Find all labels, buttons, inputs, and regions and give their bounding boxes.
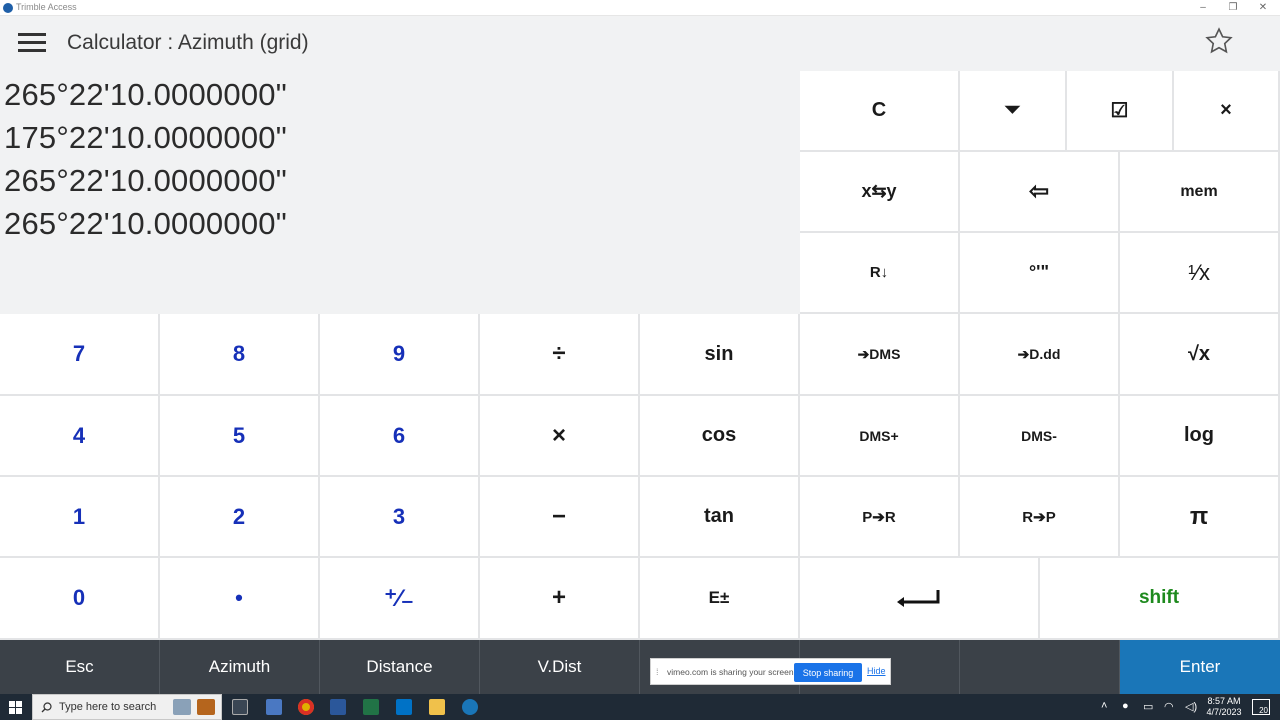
minus-button[interactable]: − [480,477,640,558]
log-button[interactable]: log [1120,396,1280,477]
esc-softkey[interactable]: Esc [0,640,160,694]
return-arrow-icon [897,590,940,607]
softkey-bar: Esc Azimuth Distance V.Dist Enter [0,640,1280,694]
restore-button[interactable]: ❐ [1218,0,1248,15]
digit-1-button[interactable]: 1 [0,477,160,558]
microphone-icon[interactable]: ● [1122,700,1129,712]
close-icon[interactable]: × [1174,71,1280,152]
page-title: Calculator : Azimuth (grid) [67,31,309,54]
taskbar-search-box[interactable]: Type here to search [32,694,222,720]
checkbox-icon[interactable]: ☑ [1067,71,1174,152]
stack-line-1: 265°22'10.0000000" [4,206,287,241]
vdist-softkey[interactable]: V.Dist [480,640,640,694]
swap-xy-button[interactable]: x⇆y [800,152,960,233]
decimal-point-button[interactable]: • [160,558,320,640]
distance-softkey[interactable]: Distance [320,640,480,694]
notification-center-icon[interactable]: 20 [1252,699,1270,715]
notification-count: 20 [1259,706,1268,715]
stack-display: 265°22'10.0000000" 175°22'10.0000000" 26… [0,71,800,314]
word-icon[interactable] [330,699,346,715]
volume-icon[interactable]: ◁) [1185,700,1197,713]
app-icon-blue[interactable] [266,699,282,715]
dms-symbols-button[interactable]: °'" [960,233,1120,314]
to-decimal-degrees-button[interactable]: ➔D.dd [960,314,1120,396]
briefcase-icon [197,699,215,715]
hide-link[interactable]: Hide [867,666,886,676]
share-message: vimeo.com is sharing your screen. [667,667,796,677]
sin-button[interactable]: sin [640,314,800,396]
chevron-up-icon[interactable]: ˄ [1101,700,1107,712]
square-root-button[interactable]: √x [1120,314,1280,396]
chrome-icon[interactable] [298,699,314,715]
stack-line-3: 175°22'10.0000000" [4,120,287,155]
window-close-button[interactable]: ✕ [1248,0,1278,15]
digit-9-button[interactable]: 9 [320,314,480,396]
clock-date: 4/7/2023 [1206,707,1242,717]
reciprocal-button[interactable]: ¹⁄x [1120,233,1280,314]
search-icon [41,702,52,713]
dropdown-arrow-icon[interactable]: ⏷ [960,71,1067,152]
stop-sharing-button[interactable]: Stop sharing [794,663,862,682]
star-outline-icon[interactable] [1204,26,1234,56]
search-highlight-icon [173,699,191,715]
dms-plus-button[interactable]: DMS+ [800,396,960,477]
app-header: Calculator : Azimuth (grid) [0,16,1280,71]
digit-4-button[interactable]: 4 [0,396,160,477]
plus-button[interactable]: + [480,558,640,640]
plus-minus-button[interactable]: ⁺⁄₋ [320,558,480,640]
enter-softkey[interactable]: Enter [1120,640,1280,694]
windows-start-icon[interactable] [9,701,22,714]
digit-8-button[interactable]: 8 [160,314,320,396]
trimble-app-icon [3,3,13,13]
empty-softkey-7 [960,640,1120,694]
tan-button[interactable]: tan [640,477,800,558]
shift-button[interactable]: shift [1040,558,1280,640]
outlook-icon[interactable] [396,699,412,715]
azimuth-softkey[interactable]: Azimuth [160,640,320,694]
excel-icon[interactable] [363,699,379,715]
cos-button[interactable]: cos [640,396,800,477]
window-title: Trimble Access [16,2,77,12]
stack-line-4: 265°22'10.0000000" [4,77,287,112]
digit-5-button[interactable]: 5 [160,396,320,477]
digit-2-button[interactable]: 2 [160,477,320,558]
minimize-button[interactable]: – [1188,0,1218,15]
enter-return-key[interactable] [800,558,1040,640]
window-titlebar: Trimble Access – ❐ ✕ [0,0,1280,16]
digit-7-button[interactable]: 7 [0,314,160,396]
digit-3-button[interactable]: 3 [320,477,480,558]
multiply-button[interactable]: × [480,396,640,477]
backspace-icon[interactable]: ⇦ [960,152,1120,233]
wifi-icon[interactable]: ◠ [1164,700,1174,713]
search-placeholder: Type here to search [59,701,157,713]
battery-icon[interactable]: ▭ [1143,700,1153,713]
windows-taskbar: Type here to search ˄ ● ▭ ◠ ◁) 8:57 AM 4… [0,694,1280,720]
roll-down-button[interactable]: R↓ [800,233,960,314]
dms-minus-button[interactable]: DMS- [960,396,1120,477]
exponent-button[interactable]: E± [640,558,800,640]
divide-button[interactable]: ÷ [480,314,640,396]
stack-line-2: 265°22'10.0000000" [4,163,287,198]
task-view-icon[interactable] [232,699,248,715]
drag-handle-icon[interactable]: ⁞ [656,667,659,677]
trimble-taskbar-icon[interactable] [462,699,478,715]
menu-hamburger-icon[interactable] [18,33,46,53]
mem-button[interactable]: mem [1120,152,1280,233]
file-explorer-icon[interactable] [429,699,445,715]
polar-to-rect-button[interactable]: P➔R [800,477,960,558]
pi-button[interactable]: π [1120,477,1280,558]
screen-share-bar: ⁞ vimeo.com is sharing your screen. Stop… [650,658,891,685]
taskbar-clock[interactable]: 8:57 AM 4/7/2023 [1204,696,1244,718]
rect-to-polar-button[interactable]: R➔P [960,477,1120,558]
digit-6-button[interactable]: 6 [320,396,480,477]
to-dms-button[interactable]: ➔DMS [800,314,960,396]
digit-0-button[interactable]: 0 [0,558,160,640]
clear-button[interactable]: C [800,71,960,152]
clock-time: 8:57 AM [1207,696,1241,706]
